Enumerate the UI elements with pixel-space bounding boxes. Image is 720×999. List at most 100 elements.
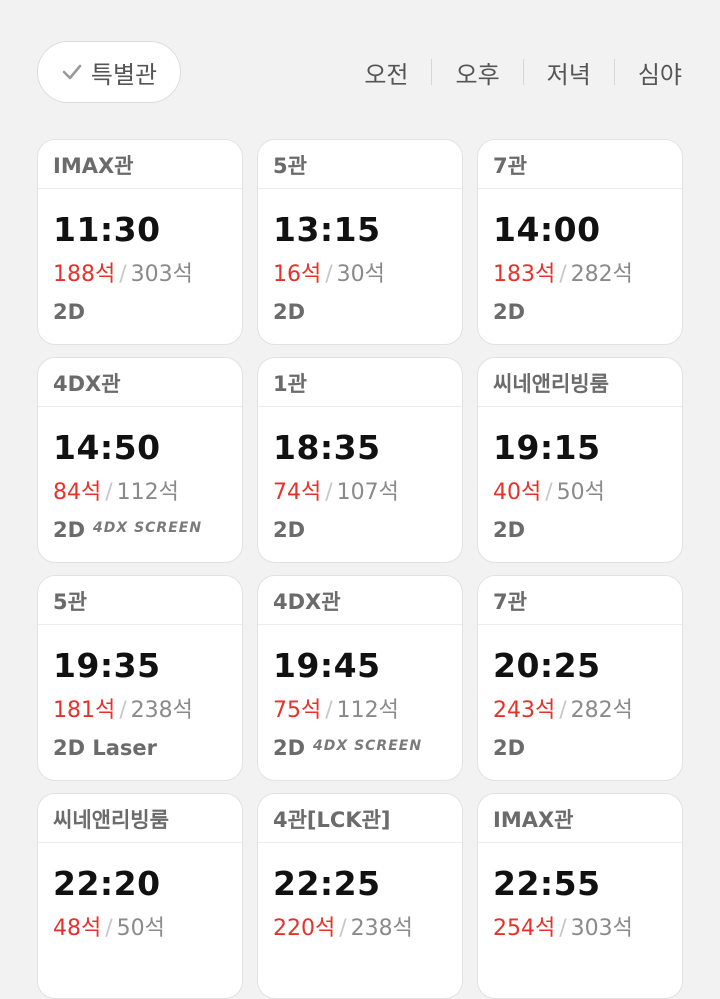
showtime-time: 19:35 <box>53 646 161 685</box>
seat-divider: / <box>545 480 553 505</box>
total-seats: 50석 <box>556 480 605 505</box>
remaining-seats: 188석 <box>53 262 116 287</box>
total-seats: 238석 <box>130 698 193 723</box>
showtime-time: 19:45 <box>273 646 381 685</box>
showtime-card[interactable]: 4DX관 19:45 75석/112석 2D 4DX SCREEN <box>257 575 463 781</box>
seat-divider: / <box>119 262 127 287</box>
showtime-card[interactable]: 4관[LCK관] 22:25 220석/238석 <box>257 793 463 999</box>
remaining-seats: 243석 <box>493 698 556 723</box>
special-hall-label: 특별관 <box>90 60 158 89</box>
seat-availability: 75석/112석 <box>273 692 399 724</box>
remaining-seats: 220석 <box>273 916 336 941</box>
remaining-seats: 16석 <box>273 262 322 287</box>
tab-divider <box>613 59 615 85</box>
showtime-card[interactable]: 5관 13:15 16석/30석 2D <box>257 139 463 345</box>
total-seats: 238석 <box>350 916 413 941</box>
total-seats: 303석 <box>570 916 633 941</box>
seat-divider: / <box>559 916 567 941</box>
screen-format: 2D <box>53 300 85 324</box>
hall-name: 7관 <box>478 140 682 189</box>
total-seats: 50석 <box>116 916 165 941</box>
seat-availability: 16석/30석 <box>273 256 385 288</box>
screen-format: 2D <box>273 518 305 542</box>
seat-availability: 84석/112석 <box>53 474 179 506</box>
screen-format: 2D <box>493 518 525 542</box>
showtime-grid: IMAX관 11:30 188석/303석 2D 5관 13:15 16석/30… <box>37 139 683 999</box>
showtime-card[interactable]: 5관 19:35 181석/238석 2D Laser <box>37 575 243 781</box>
format-label: 2D <box>53 518 86 542</box>
showtime-time: 14:50 <box>53 428 161 467</box>
seat-divider: / <box>339 916 347 941</box>
showtime-time: 13:15 <box>273 210 381 249</box>
showtime-time: 20:25 <box>493 646 601 685</box>
seat-availability: 48석/50석 <box>53 910 165 942</box>
showtime-card[interactable]: 1관 18:35 74석/107석 2D <box>257 357 463 563</box>
total-seats: 107석 <box>336 480 399 505</box>
showtime-time: 14:00 <box>493 210 601 249</box>
screen-format: 2D 4DX SCREEN <box>273 736 422 760</box>
remaining-seats: 40석 <box>493 480 542 505</box>
screen-format: 2D Laser <box>53 736 157 760</box>
showtime-card[interactable]: IMAX관 22:55 254석/303석 <box>477 793 683 999</box>
seat-divider: / <box>119 698 127 723</box>
seat-divider: / <box>559 698 567 723</box>
tab-morning[interactable]: 오전 <box>364 55 408 90</box>
format-label: 2D <box>493 300 526 324</box>
seat-availability: 254석/303석 <box>493 910 633 942</box>
seat-availability: 243석/282석 <box>493 692 633 724</box>
total-seats: 112석 <box>336 698 399 723</box>
total-seats: 282석 <box>570 698 633 723</box>
format-label: 2D Laser <box>53 736 158 760</box>
seat-availability: 40석/50석 <box>493 474 605 506</box>
tab-divider <box>431 59 433 85</box>
remaining-seats: 75석 <box>273 698 322 723</box>
showtime-card[interactable]: 씨네앤리빙룸 19:15 40석/50석 2D <box>477 357 683 563</box>
time-of-day-tabs: 오전 오후 저녁 심야 <box>364 52 682 92</box>
seat-divider: / <box>325 698 333 723</box>
showtime-card[interactable]: 7관 14:00 183석/282석 2D <box>477 139 683 345</box>
format-label: 2D <box>273 736 306 760</box>
hall-name: IMAX관 <box>38 140 242 189</box>
format-label: 2D <box>273 518 306 542</box>
showtime-card[interactable]: 4DX관 14:50 84석/112석 2D 4DX SCREEN <box>37 357 243 563</box>
hall-name: 1관 <box>258 358 462 407</box>
total-seats: 303석 <box>130 262 193 287</box>
remaining-seats: 183석 <box>493 262 556 287</box>
showtime-time: 19:15 <box>493 428 601 467</box>
showtime-time: 22:55 <box>493 864 601 903</box>
format-label: 2D <box>493 518 526 542</box>
format-label: 2D <box>53 300 86 324</box>
showtime-time: 22:20 <box>53 864 161 903</box>
showtime-card[interactable]: IMAX관 11:30 188석/303석 2D <box>37 139 243 345</box>
filter-bar: 특별관 오전 오후 저녁 심야 <box>0 0 720 140</box>
seat-availability: 188석/303석 <box>53 256 193 288</box>
remaining-seats: 48석 <box>53 916 102 941</box>
total-seats: 282석 <box>570 262 633 287</box>
tab-late-night[interactable]: 심야 <box>638 55 682 90</box>
screen-format: 2D 4DX SCREEN <box>53 518 202 542</box>
hall-name: 씨네앤리빙룸 <box>478 358 682 407</box>
screen-format: 2D <box>493 736 525 760</box>
tab-afternoon[interactable]: 오후 <box>455 55 499 90</box>
special-hall-filter-button[interactable]: 특별관 <box>37 41 181 103</box>
showtime-card[interactable]: 씨네앤리빙룸 22:20 48석/50석 <box>37 793 243 999</box>
showtime-card[interactable]: 7관 20:25 243석/282석 2D <box>477 575 683 781</box>
hall-name: 4관[LCK관] <box>258 794 462 843</box>
tab-divider <box>522 59 524 85</box>
remaining-seats: 181석 <box>53 698 116 723</box>
format-label: 2D <box>493 736 526 760</box>
seat-availability: 181석/238석 <box>53 692 193 724</box>
remaining-seats: 84석 <box>53 480 102 505</box>
hall-name: 7관 <box>478 576 682 625</box>
tab-evening[interactable]: 저녁 <box>547 55 591 90</box>
4dx-screen-logo: 4DX SCREEN <box>313 738 423 754</box>
seat-divider: / <box>559 262 567 287</box>
hall-name: 5관 <box>258 140 462 189</box>
showtime-time: 18:35 <box>273 428 381 467</box>
check-icon <box>61 61 83 83</box>
seat-divider: / <box>325 262 333 287</box>
seat-divider: / <box>325 480 333 505</box>
hall-name: 씨네앤리빙룸 <box>38 794 242 843</box>
hall-name: 4DX관 <box>38 358 242 407</box>
4dx-screen-logo: 4DX SCREEN <box>93 520 203 536</box>
